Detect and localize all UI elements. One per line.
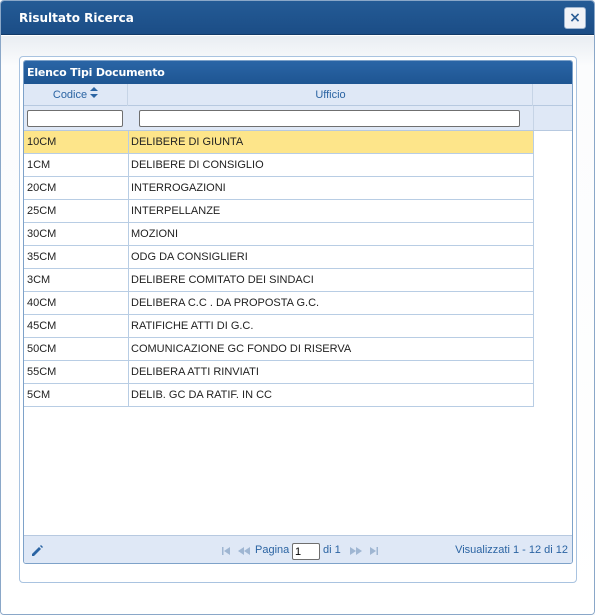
column-header-codice-label: Codice	[52, 89, 88, 101]
cell-codice: 3CM	[27, 274, 51, 286]
table-row[interactable]: 30CM MOZIONI	[24, 223, 534, 246]
cell-ufficio: COMUNICAZIONE GC FONDO DI RISERVA	[131, 343, 352, 355]
last-page-icon[interactable]	[368, 545, 382, 557]
table-row[interactable]: 40CM DELIBERA C.C . DA PROPOSTA G.C.	[24, 292, 534, 315]
cell-codice: 1CM	[27, 159, 51, 171]
cell-codice: 50CM	[27, 343, 57, 355]
filter-toolbar	[24, 106, 572, 131]
prev-page-icon[interactable]	[237, 545, 251, 557]
cell-divider	[128, 338, 129, 360]
sort-asc-icon	[90, 84, 99, 106]
table-row[interactable]: 55CM DELIBERA ATTI RINVIATI	[24, 361, 534, 384]
cell-codice: 10CM	[27, 136, 57, 148]
cell-ufficio: DELIBERE DI GIUNTA	[131, 136, 244, 148]
grid-rows: 10CM DELIBERE DI GIUNTA 1CM DELIBERE DI CON…	[24, 131, 534, 407]
cell-codice: 35CM	[27, 251, 57, 263]
cell-divider	[128, 384, 129, 406]
cell-ufficio: DELIBERE COMITATO DEI SINDACI	[131, 274, 314, 286]
cell-codice: 20CM	[27, 182, 57, 194]
table-row[interactable]: 3CM DELIBERE COMITATO DEI SINDACI	[24, 269, 534, 292]
cell-ufficio: DELIB. GC DA RATIF. IN CC	[131, 389, 272, 401]
records-info: Visualizzati 1 - 12 di 12	[455, 544, 568, 556]
dialog-title: Risultato Ricerca	[19, 11, 134, 25]
cell-divider	[128, 154, 129, 176]
cell-ufficio: RATIFICHE ATTI DI G.C.	[131, 320, 254, 332]
grid-pager: Pagina di 1 Visualizzati 1 - 12 di 12	[24, 535, 572, 563]
cell-divider	[128, 315, 129, 337]
cell-ufficio: DELIBERA ATTI RINVIATI	[131, 366, 259, 378]
cell-divider	[128, 292, 129, 314]
cell-ufficio: INTERPELLANZE	[131, 205, 221, 217]
table-row[interactable]: 50CM COMUNICAZIONE GC FONDO DI RISERVA	[24, 338, 534, 361]
cell-codice: 5CM	[27, 389, 51, 401]
cell-ufficio: ODG DA CONSIGLIERI	[131, 251, 248, 263]
cell-codice: 25CM	[27, 205, 57, 217]
cell-codice: 45CM	[27, 320, 57, 332]
results-panel: Elenco Tipi Documento Codice Ufficio 10C…	[19, 56, 577, 583]
cell-divider	[128, 361, 129, 383]
cell-ufficio: DELIBERE DI CONSIGLIO	[131, 159, 264, 171]
table-row[interactable]: 1CM DELIBERE DI CONSIGLIO	[24, 154, 534, 177]
page-label: Pagina	[255, 544, 290, 556]
cell-divider	[128, 177, 129, 199]
first-page-icon[interactable]	[220, 545, 234, 557]
grid-caption: Elenco Tipi Documento	[24, 61, 572, 84]
table-row[interactable]: 10CM DELIBERE DI GIUNTA	[24, 131, 534, 154]
close-button[interactable]: ×	[564, 7, 586, 29]
search-result-dialog: Risultato Ricerca × Elenco Tipi Document…	[0, 0, 595, 615]
filter-spacer	[533, 106, 572, 130]
dialog-body: Elenco Tipi Documento Codice Ufficio 10C…	[1, 36, 594, 614]
table-row[interactable]: 25CM INTERPELLANZE	[24, 200, 534, 223]
cell-ufficio: MOZIONI	[131, 228, 179, 240]
cell-divider	[128, 246, 129, 268]
cell-ufficio: INTERROGAZIONI	[131, 182, 226, 194]
column-header-ufficio[interactable]: Ufficio	[129, 84, 533, 106]
cell-divider	[128, 269, 129, 291]
next-page-icon[interactable]	[349, 545, 363, 557]
cell-ufficio: DELIBERA C.C . DA PROPOSTA G.C.	[131, 297, 320, 309]
table-row[interactable]: 20CM INTERROGAZIONI	[24, 177, 534, 200]
column-header-codice[interactable]: Codice	[24, 84, 128, 106]
codice-filter-input[interactable]	[27, 110, 123, 127]
cell-codice: 30CM	[27, 228, 57, 240]
pencil-icon[interactable]	[30, 544, 44, 558]
cell-divider	[128, 131, 129, 153]
table-row[interactable]: 45CM RATIFICHE ATTI DI G.C.	[24, 315, 534, 338]
cell-codice: 40CM	[27, 297, 57, 309]
cell-divider	[128, 200, 129, 222]
cell-divider	[128, 223, 129, 245]
document-types-grid: Elenco Tipi Documento Codice Ufficio 10C…	[23, 60, 573, 564]
table-row[interactable]: 5CM DELIB. GC DA RATIF. IN CC	[24, 384, 534, 407]
page-count-label: di 1	[323, 544, 341, 556]
ufficio-filter-input[interactable]	[139, 110, 520, 127]
dialog-titlebar[interactable]: Risultato Ricerca ×	[1, 1, 594, 35]
table-row[interactable]: 35CM ODG DA CONSIGLIERI	[24, 246, 534, 269]
cell-codice: 55CM	[27, 366, 57, 378]
page-number-input[interactable]	[292, 543, 320, 560]
grid-header: Codice Ufficio	[24, 84, 572, 106]
